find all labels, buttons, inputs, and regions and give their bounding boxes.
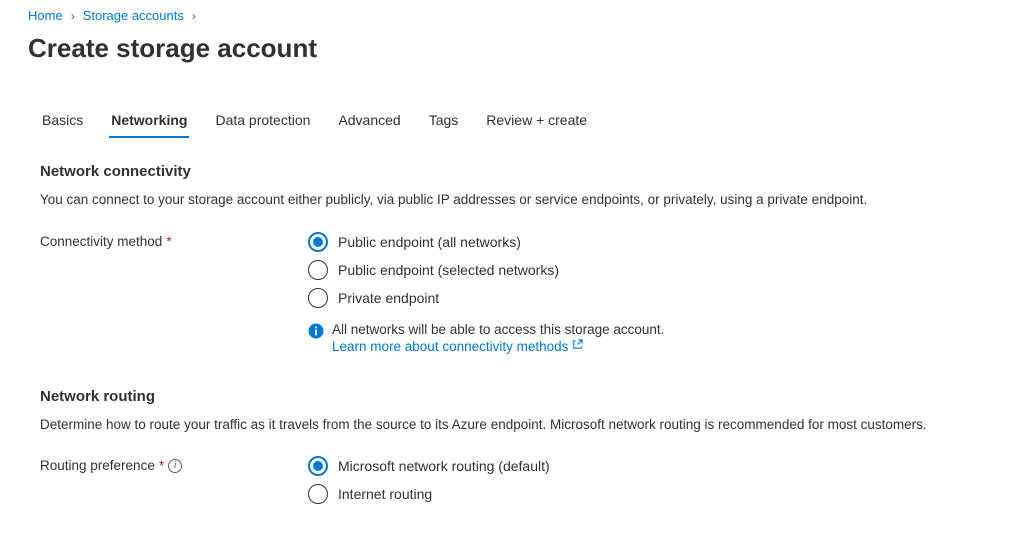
required-asterisk: * [166,234,171,249]
breadcrumb-storage-accounts-link[interactable]: Storage accounts [83,8,184,23]
label-connectivity-method: Connectivity method * [40,232,308,249]
section-network-routing: Network routing Determine how to route y… [28,388,1024,505]
chevron-right-icon: › [192,9,196,23]
radio-public-selected-networks[interactable]: Public endpoint (selected networks) [308,260,664,280]
radio-microsoft-routing[interactable]: Microsoft network routing (default) [308,456,550,476]
tab-review-create[interactable]: Review + create [484,106,589,138]
info-text: All networks will be able to access this… [332,322,664,337]
radio-icon [308,260,328,280]
radio-label: Public endpoint (selected networks) [338,262,559,278]
section-title-routing: Network routing [40,388,1024,405]
info-connectivity: All networks will be able to access this… [308,322,664,354]
chevron-right-icon: › [71,9,75,23]
section-desc-connectivity: You can connect to your storage account … [40,190,940,210]
radio-icon [308,232,328,252]
form-row-connectivity-method: Connectivity method * Public endpoint (a… [40,232,1024,354]
form-row-routing-preference: Routing preference * i Microsoft network… [40,456,1024,504]
breadcrumb: Home › Storage accounts › [28,8,1024,23]
section-network-connectivity: Network connectivity You can connect to … [28,163,1024,354]
radio-icon [308,456,328,476]
learn-more-connectivity-link[interactable]: Learn more about connectivity methods [332,339,664,354]
radio-icon [308,288,328,308]
tab-advanced[interactable]: Advanced [336,106,402,138]
breadcrumb-home-link[interactable]: Home [28,8,63,23]
radio-label: Microsoft network routing (default) [338,458,550,474]
radio-icon [308,484,328,504]
help-icon[interactable]: i [168,459,182,473]
tab-bar: Basics Networking Data protection Advanc… [28,106,1024,139]
info-icon [308,323,324,339]
required-asterisk: * [159,458,164,473]
radio-label: Internet routing [338,486,432,502]
tab-tags[interactable]: Tags [427,106,461,138]
tab-data-protection[interactable]: Data protection [213,106,312,138]
radio-public-all-networks[interactable]: Public endpoint (all networks) [308,232,664,252]
radio-label: Public endpoint (all networks) [338,234,521,250]
radio-group-connectivity: Public endpoint (all networks) Public en… [308,232,664,354]
section-title-connectivity: Network connectivity [40,163,1024,180]
label-routing-preference: Routing preference * i [40,456,308,473]
page-title: Create storage account [28,33,1024,64]
section-desc-routing: Determine how to route your traffic as i… [40,415,940,435]
tab-basics[interactable]: Basics [40,106,85,138]
external-link-icon [572,339,583,353]
tab-networking[interactable]: Networking [109,106,189,138]
radio-group-routing: Microsoft network routing (default) Inte… [308,456,550,504]
radio-label: Private endpoint [338,290,439,306]
radio-private-endpoint[interactable]: Private endpoint [308,288,664,308]
radio-internet-routing[interactable]: Internet routing [308,484,550,504]
